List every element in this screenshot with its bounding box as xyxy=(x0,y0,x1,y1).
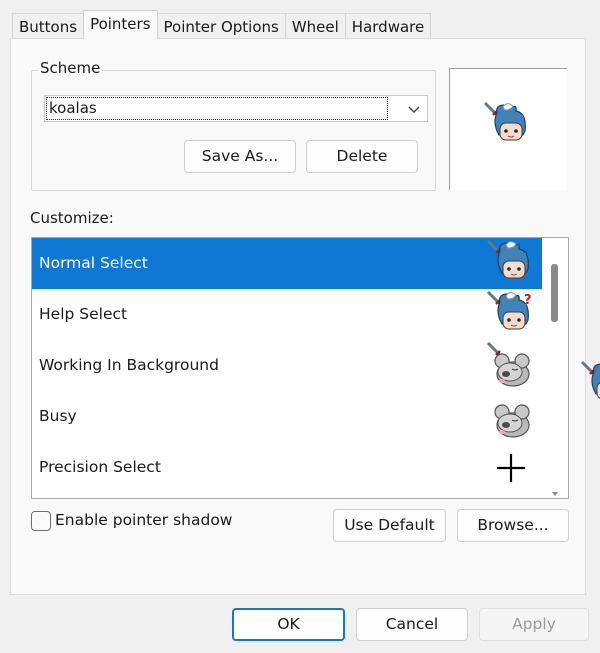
cursor-row-precision-select[interactable]: Precision Select xyxy=(32,442,542,493)
koala-working-cursor-icon xyxy=(486,341,536,391)
scroll-down-arrow-icon[interactable] xyxy=(552,492,558,496)
cursor-list-scrollbar[interactable] xyxy=(542,238,568,498)
ok-button[interactable]: OK xyxy=(232,608,345,641)
save-as-button[interactable]: Save As... xyxy=(184,140,296,173)
pointers-tab-panel: Scheme koalas Save As... Delete Customiz… xyxy=(10,38,586,595)
cancel-button[interactable]: Cancel xyxy=(356,608,468,641)
scheme-group-label: Scheme xyxy=(38,59,103,77)
scheme-dropdown[interactable]: koalas xyxy=(44,95,428,122)
mouse-cursor xyxy=(580,360,600,412)
tab-hardware[interactable]: Hardware xyxy=(344,13,432,39)
cursor-row-label: Working In Background xyxy=(39,356,219,374)
cursor-row-label: Normal Select xyxy=(39,254,148,272)
scheme-dropdown-value: koalas xyxy=(46,97,388,120)
koala-busy-cursor-icon xyxy=(494,404,530,438)
chevron-down-icon xyxy=(408,106,420,113)
cursor-row-busy[interactable]: Busy xyxy=(32,391,542,442)
cursor-row-working-in-background[interactable]: Working In Background xyxy=(32,340,542,391)
tab-pointers[interactable]: Pointers xyxy=(83,10,158,39)
boy-cursor-icon xyxy=(580,360,600,410)
use-default-button[interactable]: Use Default xyxy=(333,509,446,542)
cursor-row-normal-select[interactable]: Normal Select xyxy=(32,238,542,289)
svg-text:?: ? xyxy=(524,293,532,308)
tab-wheel[interactable]: Wheel xyxy=(284,13,346,39)
apply-button[interactable]: Apply xyxy=(479,608,589,641)
boy-help-cursor-icon: ? xyxy=(486,290,532,340)
cursor-preview-box xyxy=(449,68,567,190)
boy-cursor-preview-icon xyxy=(483,101,533,151)
boy-cursor-icon xyxy=(486,239,536,289)
enable-pointer-shadow-label: Enable pointer shadow xyxy=(55,511,233,529)
enable-pointer-shadow-checkbox[interactable] xyxy=(31,511,51,531)
crosshair-icon xyxy=(497,454,525,482)
cursor-row-label: Busy xyxy=(39,407,77,425)
browse-button[interactable]: Browse... xyxy=(457,509,569,542)
cursor-row-help-select[interactable]: Help Select ? xyxy=(32,289,542,340)
tab-strip: Buttons Pointers Pointer Options Wheel H… xyxy=(12,10,432,39)
delete-scheme-button[interactable]: Delete xyxy=(306,140,418,173)
cursor-row-label: Help Select xyxy=(39,305,128,323)
cursor-list[interactable]: Normal Select Help Select ? Working In B… xyxy=(31,237,569,499)
customize-label: Customize: xyxy=(30,209,114,227)
tab-pointer-options[interactable]: Pointer Options xyxy=(156,13,286,39)
cursor-row-label: Precision Select xyxy=(39,458,161,476)
scrollbar-thumb[interactable] xyxy=(551,264,558,322)
tab-buttons[interactable]: Buttons xyxy=(12,13,85,39)
